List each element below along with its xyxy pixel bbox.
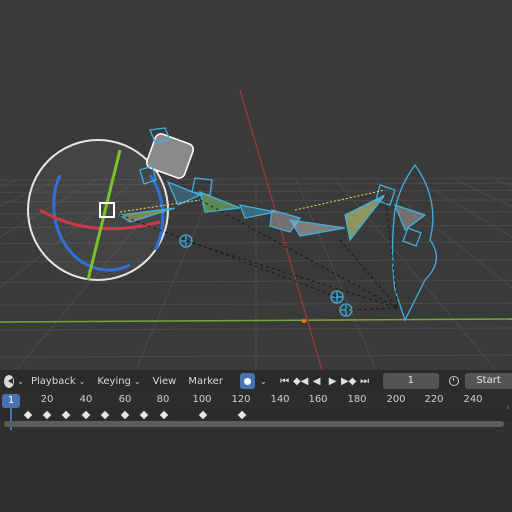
3d-viewport[interactable] [0, 0, 512, 370]
keyframe-diamond[interactable] [158, 409, 170, 421]
ruler-tick: 100 [192, 394, 212, 405]
keyframe-track[interactable] [0, 408, 512, 422]
timeline-scrollbar[interactable] [4, 421, 504, 427]
keyframe-diamond[interactable] [197, 409, 209, 421]
prev-keyframe-icon[interactable]: ◆◀ [293, 372, 309, 390]
ruler-tick: 240 [463, 394, 483, 405]
scroll-arrow-icon[interactable]: ‹ [506, 403, 510, 413]
ruler-tick: 40 [79, 394, 93, 405]
play-icon[interactable]: ▶ [325, 372, 341, 390]
stopwatch-icon[interactable] [447, 374, 460, 388]
chevron-down-icon: ⌄ [259, 376, 267, 386]
marker-menu[interactable]: Marker [183, 372, 228, 390]
jump-end-icon[interactable]: ⏭ [357, 372, 373, 390]
keying-menu[interactable]: Keying ⌄ [92, 372, 145, 390]
chevron-down-icon: ⌄ [78, 376, 86, 386]
keying-menu-label: Keying [97, 375, 131, 387]
keyframe-diamond[interactable] [41, 409, 53, 421]
start-frame-field[interactable]: Start [465, 373, 512, 389]
timeline-editor-icon [4, 374, 15, 388]
keyframe-diamond[interactable] [236, 409, 248, 421]
jump-start-icon[interactable]: ⏮ [277, 372, 293, 390]
auto-keying-button[interactable] [239, 373, 255, 389]
ruler-tick: 80 [156, 394, 170, 405]
3d-cursor [302, 319, 306, 323]
ruler-tick: 20 [40, 394, 54, 405]
keyframe-diamond[interactable] [80, 409, 92, 421]
keyframe-diamond[interactable] [119, 409, 131, 421]
frame-ruler[interactable]: 20 40 60 80 100 120 140 160 180 200 220 … [0, 392, 512, 408]
playback-menu-label: Playback [31, 375, 76, 387]
view-menu[interactable]: View [148, 372, 182, 390]
ruler-tick: 180 [347, 394, 367, 405]
keyframe-diamond[interactable] [21, 409, 34, 421]
current-frame-field[interactable]: 1 [382, 373, 439, 389]
ruler-tick: 200 [386, 394, 406, 405]
keyframe-diamond[interactable] [99, 409, 112, 421]
editor-type-menu[interactable]: ⌄ [2, 372, 26, 390]
current-frame-indicator[interactable]: 1 [2, 394, 20, 408]
timeline-header: ⌄ Playback ⌄ Keying ⌄ View Marker ⌄ ⏮ ◆◀… [0, 370, 512, 392]
keyframe-diamond[interactable] [138, 409, 151, 421]
ruler-tick: 60 [118, 394, 132, 405]
ruler-tick: 160 [308, 394, 328, 405]
empty-editor-area [0, 430, 512, 512]
playback-controls: ⏮ ◆◀ ◀ ▶ ▶◆ ⏭ [277, 372, 373, 390]
ruler-tick: 140 [270, 394, 290, 405]
record-icon [243, 377, 251, 385]
keyframe-diamond[interactable] [60, 409, 73, 421]
next-keyframe-icon[interactable]: ▶◆ [341, 372, 357, 390]
auto-keying-options[interactable]: ⌄ [255, 372, 269, 390]
ruler-tick: 120 [231, 394, 251, 405]
play-reverse-icon[interactable]: ◀ [309, 372, 325, 390]
chevron-down-icon: ⌄ [17, 376, 24, 386]
playback-menu[interactable]: Playback ⌄ [26, 372, 90, 390]
ruler-tick: 220 [424, 394, 444, 405]
chevron-down-icon: ⌄ [133, 376, 141, 386]
